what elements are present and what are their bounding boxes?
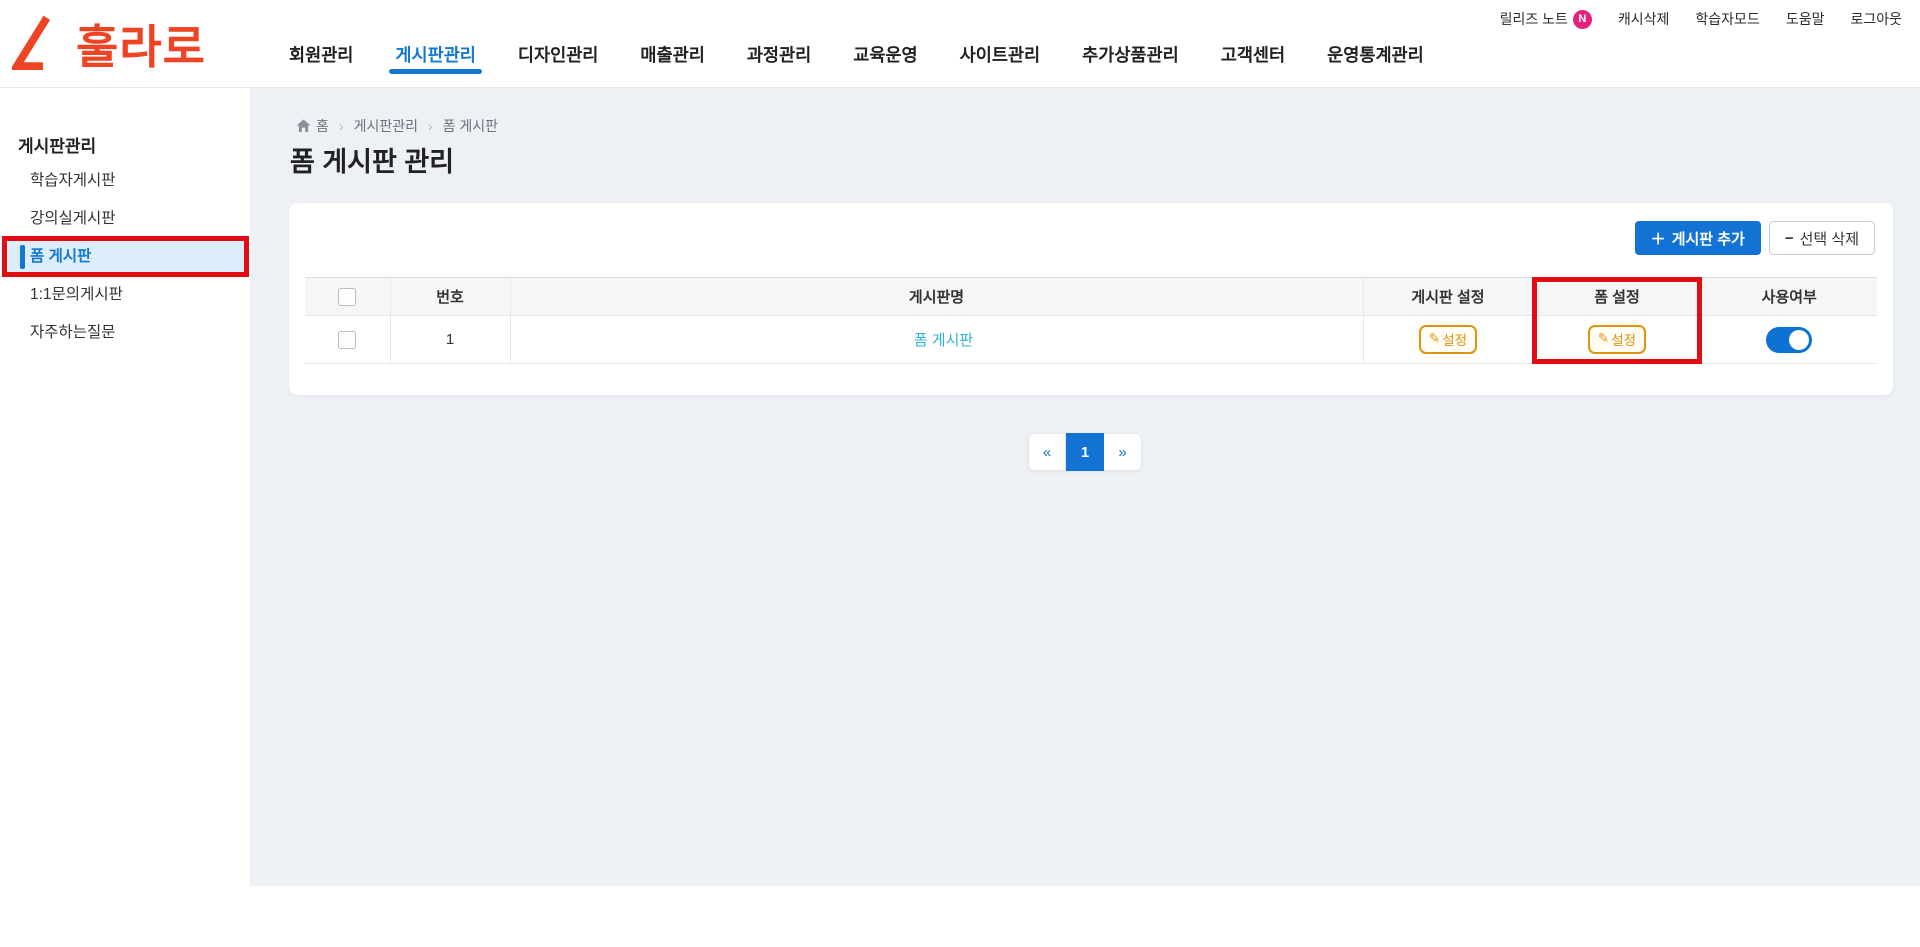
- row-board-setting-cell: ✎ 설정: [1362, 315, 1533, 364]
- learner-mode-link[interactable]: 학습자모드: [1695, 9, 1759, 29]
- form-setting-label: 설정: [1611, 333, 1637, 348]
- header-form-setting: 폼 설정: [1532, 277, 1701, 316]
- home-icon: [296, 119, 311, 133]
- nav-item-education[interactable]: 교육운영: [847, 30, 923, 78]
- new-badge-icon: N: [1572, 9, 1592, 29]
- breadcrumb-home-label: 홈: [316, 118, 329, 134]
- nav-item-addon-product[interactable]: 추가상품관리: [1076, 30, 1185, 78]
- form-setting-button[interactable]: ✎ 설정: [1587, 325, 1647, 354]
- table-row: 1 폼 게시판 ✎ 설정 ✎ 설정: [305, 315, 1877, 364]
- breadcrumb-level2[interactable]: 폼 게시판: [443, 116, 498, 136]
- sidebar-item-label: 폼 게시판: [30, 248, 92, 265]
- row-checkbox-cell: [305, 315, 390, 364]
- top-bar: 훌라로 릴리즈 노트 N 캐시삭제 학습자모드 도움말 로그아웃 회원관리 게시…: [0, 0, 1920, 88]
- select-all-checkbox[interactable]: [338, 287, 357, 306]
- logo-text: 훌라로: [76, 21, 206, 73]
- breadcrumb-level1[interactable]: 게시판관리: [354, 116, 418, 136]
- header-board-setting: 게시판 설정: [1362, 277, 1533, 316]
- header-in-use: 사용여부: [1700, 277, 1877, 316]
- chevron-right-icon: ›: [338, 118, 344, 134]
- sidebar-item-inquiry-board[interactable]: 1:1문의게시판: [0, 276, 250, 314]
- help-link[interactable]: 도움말: [1786, 9, 1825, 29]
- delete-selected-button[interactable]: − 선택 삭제: [1768, 221, 1875, 255]
- breadcrumb: 홈 › 게시판관리 › 폼 게시판: [296, 116, 498, 136]
- row-form-setting-cell: ✎ 설정: [1532, 315, 1701, 364]
- pagination-next-button[interactable]: »: [1104, 433, 1142, 471]
- sidebar-item-faq[interactable]: 자주하는질문: [0, 314, 250, 352]
- main-nav: 회원관리 게시판관리 디자인관리 매출관리 과정관리 교육운영 사이트관리 추가…: [283, 30, 1430, 78]
- brand-logo[interactable]: 훌라로: [9, 13, 206, 76]
- pencil-icon: ✎: [1597, 331, 1610, 346]
- breadcrumb-home[interactable]: 홈: [296, 116, 329, 136]
- active-indicator-bar: [20, 245, 25, 269]
- release-notes-link[interactable]: 릴리즈 노트 N: [1500, 9, 1592, 29]
- add-board-button[interactable]: ＋ 게시판 추가: [1634, 221, 1761, 255]
- board-setting-label: 설정: [1442, 333, 1468, 348]
- sidebar-item-learner-board[interactable]: 학습자게시판: [0, 162, 250, 200]
- sidebar-item-form-board[interactable]: 폼 게시판: [8, 238, 244, 276]
- toggle-knob: [1789, 329, 1810, 350]
- utility-menu: 릴리즈 노트 N 캐시삭제 학습자모드 도움말 로그아웃: [1500, 9, 1902, 29]
- row-no: 1: [389, 315, 510, 364]
- logout-link[interactable]: 로그아웃: [1850, 9, 1902, 29]
- nav-item-customer-center[interactable]: 고객센터: [1215, 30, 1291, 78]
- header-checkbox-cell: [305, 277, 390, 316]
- delete-selected-label: 선택 삭제: [1799, 230, 1859, 248]
- card-toolbar: ＋ 게시판 추가 − 선택 삭제: [1634, 221, 1875, 255]
- header-board-name: 게시판명: [509, 277, 1363, 316]
- header-no: 번호: [389, 277, 510, 316]
- table-header-row: 번호 게시판명 게시판 설정 폼 설정 사용여부: [305, 277, 1877, 316]
- row-in-use-cell: [1700, 315, 1877, 364]
- nav-item-site[interactable]: 사이트관리: [954, 30, 1047, 78]
- content-area: 홈 › 게시판관리 › 폼 게시판 폼 게시판 관리 ＋ 게시판 추가 − 선택…: [250, 88, 1920, 886]
- minus-icon: −: [1784, 229, 1794, 247]
- plus-icon: ＋: [1650, 230, 1666, 248]
- nav-item-course[interactable]: 과정관리: [741, 30, 817, 78]
- pagination: « 1 »: [1028, 433, 1142, 471]
- row-name-cell: 폼 게시판: [509, 315, 1363, 364]
- pencil-icon: ✎: [1428, 331, 1441, 346]
- nav-item-sales[interactable]: 매출관리: [634, 30, 710, 78]
- pagination-prev-button[interactable]: «: [1028, 433, 1066, 471]
- sidebar: 게시판관리 학습자게시판 강의실게시판 폼 게시판 1:1문의게시판 자주하는질…: [0, 88, 250, 886]
- nav-item-board[interactable]: 게시판관리: [389, 30, 482, 78]
- logo-triangle-icon: [9, 13, 70, 76]
- page-title: 폼 게시판 관리: [290, 147, 455, 177]
- chevron-right-icon: ›: [427, 118, 433, 134]
- row-checkbox[interactable]: [338, 330, 357, 349]
- sidebar-section-title: 게시판관리: [18, 137, 97, 156]
- board-name-link[interactable]: 폼 게시판: [914, 332, 973, 349]
- nav-item-member[interactable]: 회원관리: [283, 30, 359, 78]
- in-use-toggle[interactable]: [1766, 326, 1813, 353]
- board-list-card: ＋ 게시판 추가 − 선택 삭제 번호 게시판명 게시판 설정 폼 설정 사용여…: [289, 203, 1893, 395]
- board-setting-button[interactable]: ✎ 설정: [1418, 325, 1478, 354]
- sidebar-item-classroom-board[interactable]: 강의실게시판: [0, 200, 250, 238]
- nav-item-design[interactable]: 디자인관리: [512, 30, 605, 78]
- nav-item-statistics[interactable]: 운영통계관리: [1321, 30, 1430, 78]
- cache-clear-link[interactable]: 캐시삭제: [1618, 9, 1670, 29]
- pagination-page-1[interactable]: 1: [1066, 433, 1104, 471]
- board-table: 번호 게시판명 게시판 설정 폼 설정 사용여부 1 폼 게시판 ✎ 설정 ✎ …: [305, 277, 1877, 364]
- release-notes-label: 릴리즈 노트: [1499, 11, 1568, 27]
- sidebar-menu: 학습자게시판 강의실게시판 폼 게시판 1:1문의게시판 자주하는질문: [0, 162, 250, 352]
- add-board-label: 게시판 추가: [1671, 230, 1745, 248]
